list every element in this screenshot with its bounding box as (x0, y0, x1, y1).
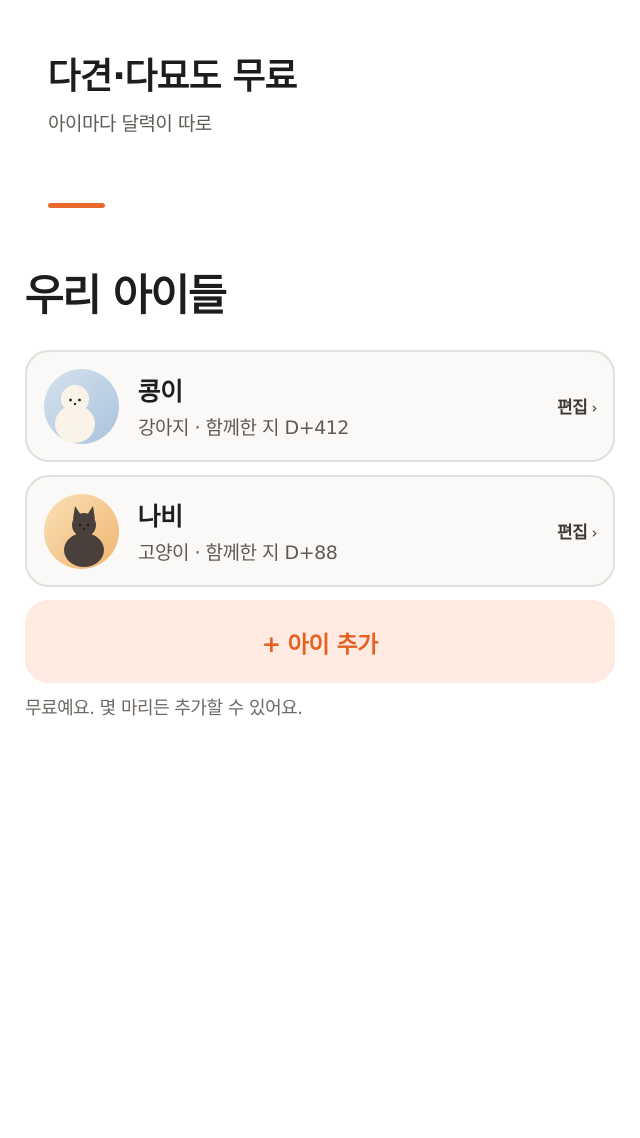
edit-label: 편집 (557, 523, 588, 543)
pet-meta: 강아지 · 함께한 지 D+412 (138, 417, 349, 439)
hero-title: 다견·다묘도 무료 (48, 56, 298, 97)
chevron-right-icon: › (591, 524, 598, 542)
cat-avatar-icon (44, 494, 119, 569)
dog-avatar-icon (44, 369, 119, 444)
edit-label: 편집 (557, 398, 588, 418)
pet-card-kongi[interactable]: 콩이 강아지 · 함께한 지 D+412 편집 › (25, 350, 615, 462)
hero-subtitle: 아이마다 달력이 따로 (48, 113, 212, 135)
pet-name: 나비 (138, 502, 184, 531)
pets-screen: 다견·다묘도 무료 아이마다 달력이 따로 우리 아이들 콩이 강아지 · 함께… (0, 0, 640, 1138)
section-title: 우리 아이들 (25, 271, 228, 321)
edit-pet-button[interactable]: 편집 › (557, 521, 597, 545)
add-pet-button[interactable]: + 아이 추가 (25, 600, 615, 683)
pet-card-nabi[interactable]: 나비 고양이 · 함께한 지 D+88 편집 › (25, 475, 615, 587)
pet-name: 콩이 (138, 377, 184, 406)
accent-divider (48, 203, 105, 208)
chevron-right-icon: › (591, 399, 598, 417)
pet-meta: 고양이 · 함께한 지 D+88 (138, 542, 338, 564)
footnote: 무료예요. 몇 마리든 추가할 수 있어요. (25, 698, 303, 719)
edit-pet-button[interactable]: 편집 › (557, 396, 597, 420)
